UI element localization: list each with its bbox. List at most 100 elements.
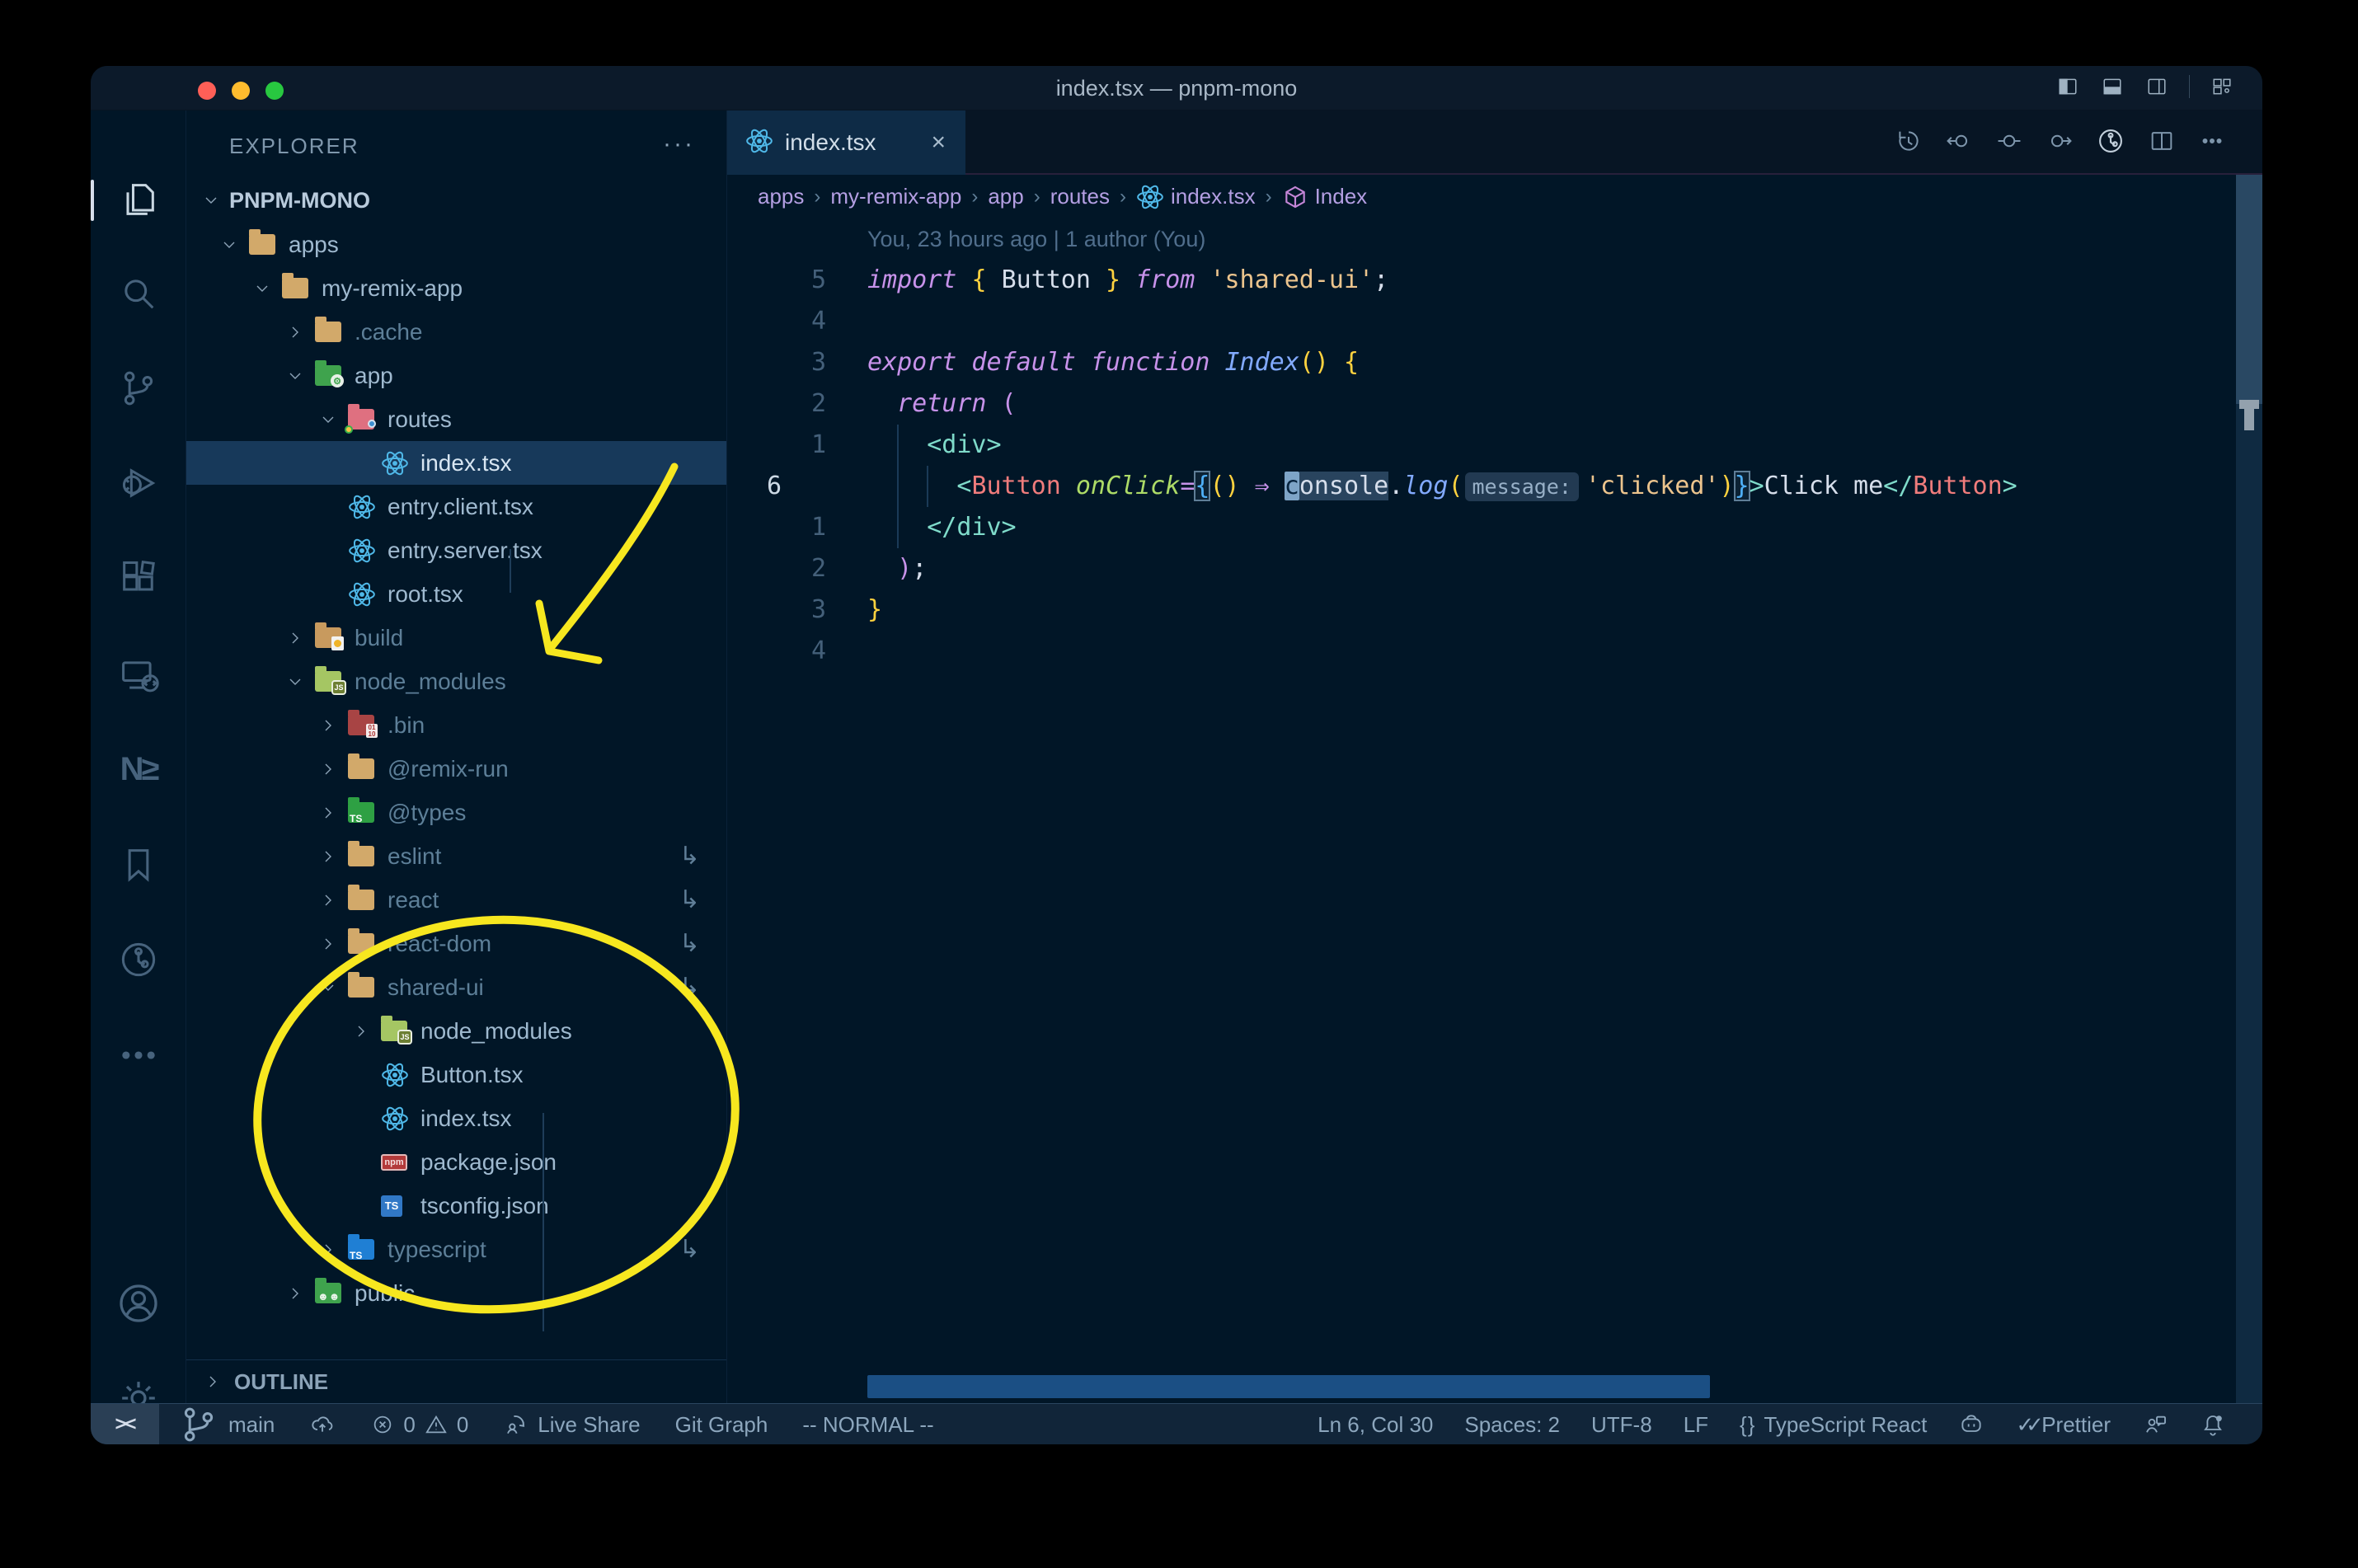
chevron-right-icon[interactable] bbox=[285, 322, 305, 342]
activity-bar-run-debug[interactable] bbox=[91, 442, 186, 524]
chevron-right-icon[interactable] bbox=[318, 890, 338, 910]
chevron-right-icon[interactable] bbox=[318, 716, 338, 735]
tree-row-entry-server-tsx[interactable]: entry.server.tsx bbox=[186, 528, 726, 572]
tree-row--bin[interactable]: 01 10 .bin bbox=[186, 703, 726, 747]
tab-index-tsx[interactable]: index.tsx × bbox=[727, 110, 965, 175]
status-git-graph[interactable]: Git Graph bbox=[675, 1412, 768, 1438]
tree-row-public[interactable]: ☻☻ public bbox=[186, 1271, 726, 1315]
breadcrumb-index-tsx[interactable]: index.tsx bbox=[1136, 183, 1256, 211]
status-notifications[interactable] bbox=[2200, 1411, 2226, 1438]
breadcrumbs: apps › my-remix-app › app › routes › index.tsx › I… bbox=[727, 175, 2262, 218]
tree-row--remix-run[interactable]: @remix-run bbox=[186, 747, 726, 791]
tree-row-shared-ui[interactable]: shared-ui ↳ bbox=[186, 965, 726, 1009]
status-vim-mode[interactable]: -- NORMAL -- bbox=[802, 1412, 933, 1438]
activity-bar-extensions[interactable] bbox=[91, 538, 186, 620]
status-prettier[interactable]: ✓✓ Prettier bbox=[2016, 1412, 2111, 1438]
breadcrumb-my-remix-app[interactable]: my-remix-app bbox=[830, 184, 961, 209]
tree-row-build[interactable]: build bbox=[186, 616, 726, 660]
tree-row-button-tsx[interactable]: Button.tsx bbox=[186, 1053, 726, 1096]
tree-row-apps[interactable]: apps bbox=[186, 223, 726, 266]
tree-row-eslint[interactable]: eslint ↳ bbox=[186, 834, 726, 878]
breadcrumb-app[interactable]: app bbox=[988, 184, 1023, 209]
chevron-down-icon[interactable] bbox=[219, 235, 239, 255]
status-indentation[interactable]: Spaces: 2 bbox=[1464, 1412, 1560, 1438]
chevron-down-icon[interactable] bbox=[285, 366, 305, 386]
chevron-down-icon[interactable] bbox=[318, 978, 338, 998]
horizontal-scrollbar[interactable] bbox=[867, 1375, 1710, 1398]
toggle-sidebar-left-icon[interactable] bbox=[2055, 76, 2080, 97]
navigate-current-icon[interactable] bbox=[1995, 127, 2023, 159]
tree-row-index-tsx[interactable]: index.tsx bbox=[186, 441, 726, 485]
tree-row-react-dom[interactable]: react-dom ↳ bbox=[186, 922, 726, 965]
customize-layout-icon[interactable] bbox=[2210, 76, 2234, 97]
remote-indicator[interactable]: >< bbox=[91, 1404, 159, 1444]
code-editor[interactable]: You, 23 hours ago | 1 author (You) 5 impo… bbox=[727, 218, 2262, 1403]
chevron-right-icon[interactable] bbox=[318, 803, 338, 823]
breadcrumb-index[interactable]: Index bbox=[1282, 184, 1367, 210]
tree-row-react[interactable]: react ↳ bbox=[186, 878, 726, 922]
more-actions-icon[interactable] bbox=[2198, 127, 2226, 159]
outline-panel-header[interactable]: OUTLINE bbox=[186, 1359, 726, 1403]
navigate-forward-icon[interactable] bbox=[2046, 127, 2074, 159]
status-sync[interactable] bbox=[309, 1411, 336, 1438]
chevron-right-icon[interactable] bbox=[285, 628, 305, 648]
activity-bar-remote-explorer[interactable] bbox=[91, 634, 186, 716]
activity-bar-more-views[interactable] bbox=[91, 1014, 186, 1096]
tree-row-app[interactable]: ⚙ app bbox=[186, 354, 726, 397]
activity-bar-bookmarks[interactable] bbox=[91, 824, 186, 906]
activity-bar-accounts[interactable] bbox=[91, 1262, 186, 1345]
chevron-right-icon[interactable] bbox=[318, 934, 338, 954]
chevron-right-icon[interactable] bbox=[351, 1021, 371, 1041]
breadcrumb-apps[interactable]: apps bbox=[758, 184, 804, 209]
symlink-icon: ↳ bbox=[679, 886, 700, 913]
breadcrumb-routes[interactable]: routes bbox=[1050, 184, 1110, 209]
chevron-right-icon[interactable] bbox=[285, 1284, 305, 1303]
status-branch[interactable]: main bbox=[177, 1403, 275, 1444]
tree-row-my-remix-app[interactable]: my-remix-app bbox=[186, 266, 726, 310]
gitlens-graph-icon[interactable] bbox=[2096, 126, 2125, 160]
tree-row-tsconfig-json[interactable]: TS tsconfig.json bbox=[186, 1184, 726, 1228]
status-encoding[interactable]: UTF-8 bbox=[1591, 1412, 1652, 1438]
toggle-sidebar-right-icon[interactable] bbox=[2144, 76, 2169, 97]
tree-row-node-modules[interactable]: JS node_modules bbox=[186, 1009, 726, 1053]
tree-item-label: .bin bbox=[388, 711, 425, 738]
chevron-right-icon[interactable] bbox=[318, 1240, 338, 1260]
activity-bar-search[interactable] bbox=[91, 252, 186, 335]
tree-row-root-tsx[interactable]: root.tsx bbox=[186, 572, 726, 616]
tree-row-typescript[interactable]: TS typescript ↳ bbox=[186, 1228, 726, 1271]
vertical-scrollbar-thumb[interactable] bbox=[2236, 175, 2262, 404]
split-editor-icon[interactable] bbox=[2148, 127, 2176, 159]
tree-item-label: entry.server.tsx bbox=[388, 537, 543, 563]
workspace-root-row[interactable]: PNPM-MONO bbox=[186, 178, 726, 223]
chevron-down-icon[interactable] bbox=[252, 279, 272, 298]
tree-row--types[interactable]: TS @types bbox=[186, 791, 726, 834]
status-feedback[interactable] bbox=[2142, 1411, 2168, 1438]
chevron-right-icon[interactable] bbox=[318, 759, 338, 779]
status-copilot[interactable] bbox=[1958, 1411, 1985, 1438]
status-cursor-position[interactable]: Ln 6, Col 30 bbox=[1318, 1412, 1433, 1438]
activity-bar-explorer[interactable] bbox=[91, 158, 186, 241]
tree-row-routes[interactable]: routes bbox=[186, 397, 726, 441]
status-eol[interactable]: LF bbox=[1684, 1412, 1708, 1438]
activity-bar-source-control[interactable] bbox=[91, 347, 186, 430]
status-language-mode[interactable]: {} TypeScript React bbox=[1740, 1412, 1927, 1438]
tree-row-package-json[interactable]: npm package.json bbox=[186, 1140, 726, 1184]
toggle-panel-icon[interactable] bbox=[2100, 76, 2125, 97]
chevron-down-icon[interactable] bbox=[285, 672, 305, 692]
tree-item-label: root.tsx bbox=[388, 580, 463, 607]
tree-row-index-tsx[interactable]: index.tsx bbox=[186, 1096, 726, 1140]
close-tab-icon[interactable]: × bbox=[931, 129, 946, 157]
activity-bar-gitlens[interactable] bbox=[91, 918, 186, 1001]
explorer-more-actions-button[interactable]: ··· bbox=[663, 130, 695, 158]
chevron-right-icon[interactable] bbox=[318, 847, 338, 866]
chevron-down-icon[interactable] bbox=[318, 410, 338, 430]
tree-row-node-modules[interactable]: JS node_modules bbox=[186, 660, 726, 703]
status-live-share[interactable]: Live Share bbox=[503, 1411, 641, 1438]
tree-row--cache[interactable]: .cache bbox=[186, 310, 726, 354]
tree-item-label: app bbox=[355, 362, 393, 388]
history-icon[interactable] bbox=[1895, 127, 1923, 159]
activity-bar-nx-console[interactable]: N≥ bbox=[91, 728, 186, 810]
status-problems[interactable]: 00 bbox=[370, 1412, 468, 1438]
navigate-back-icon[interactable] bbox=[1945, 127, 1973, 159]
tree-row-entry-client-tsx[interactable]: entry.client.tsx bbox=[186, 485, 726, 528]
